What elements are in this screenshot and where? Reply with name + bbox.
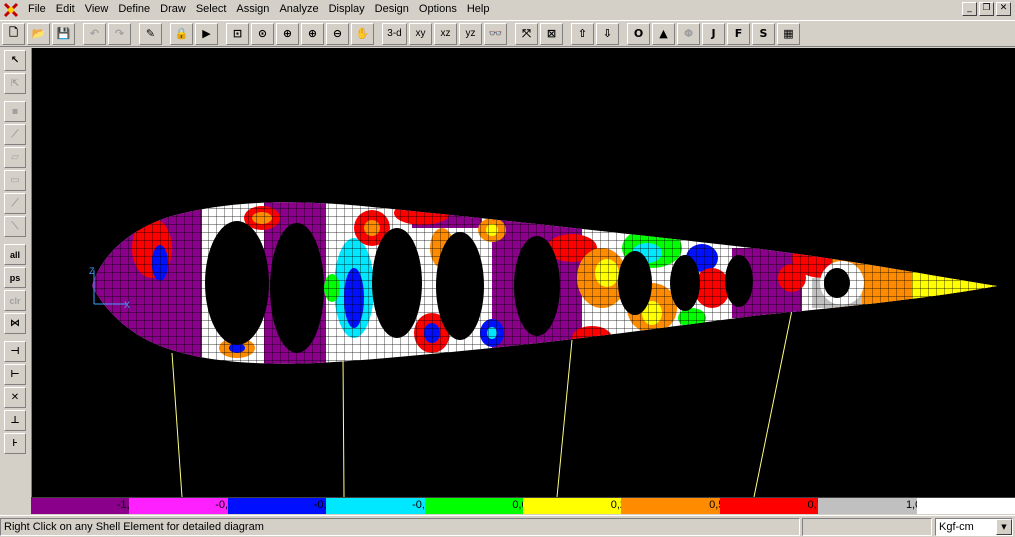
show-shell-stresses-button[interactable]: S <box>752 22 775 45</box>
support-line <box>171 352 183 497</box>
menu-file[interactable]: File <box>23 1 51 18</box>
draw-rect-shell-button[interactable]: ▭ <box>4 170 26 191</box>
move-up-button[interactable]: ⇧ <box>571 22 594 45</box>
snap-midpoints-button[interactable]: ⊢ <box>4 364 26 385</box>
quick-draw-frame-button[interactable]: ⟍ <box>4 216 26 237</box>
perspective-toggle-button[interactable]: 👓 <box>484 22 507 45</box>
scale-segment: 1,00 <box>818 498 927 514</box>
run-analysis-button[interactable]: ▶ <box>195 22 218 45</box>
pencil-edit-button[interactable]: ✎ <box>139 22 162 45</box>
app-window: File Edit View Define Draw Select Assign… <box>0 0 1015 537</box>
axis-z-label: Z <box>89 266 95 276</box>
menu-edit[interactable]: Edit <box>51 1 80 18</box>
undo-button[interactable]: ↶ <box>83 22 106 45</box>
close-button[interactable]: ✕ <box>996 2 1011 16</box>
chevron-down-icon[interactable]: ▼ <box>996 519 1012 535</box>
menu-help[interactable]: Help <box>462 1 495 18</box>
snap-lines-button[interactable]: ⊦ <box>4 433 26 454</box>
pointer-tool-button[interactable]: ↖ <box>4 50 26 71</box>
menu-assign[interactable]: Assign <box>231 1 274 18</box>
set-elements-button[interactable]: ⊠ <box>540 22 563 45</box>
view-3d-button[interactable]: 3-d <box>382 22 407 45</box>
zoom-out-step-button[interactable]: ⊖ <box>326 22 349 45</box>
menu-bar: File Edit View Define Draw Select Assign… <box>0 0 1015 19</box>
show-deformed-button[interactable]: Φ <box>677 22 700 45</box>
scale-segment: 0,50 <box>621 498 731 514</box>
menu-select[interactable]: Select <box>191 1 232 18</box>
redo-button[interactable]: ↷ <box>108 22 131 45</box>
menu-options[interactable]: Options <box>414 1 462 18</box>
save-file-button[interactable]: 💾 <box>52 22 75 45</box>
support-line <box>342 357 345 497</box>
scale-segment: 0,00 <box>424 498 534 514</box>
restore-full-view-button[interactable]: ⊙ <box>251 22 274 45</box>
support-line <box>556 339 573 497</box>
model-view-canvas[interactable]: Z X <box>31 48 1015 497</box>
snap-joints-button[interactable]: ⊣ <box>4 341 26 362</box>
wing-rib-shell <box>92 202 997 364</box>
status-message: Right Click on any Shell Element for det… <box>0 517 800 536</box>
scale-segment: -0,75 <box>129 498 240 514</box>
status-bar: Right Click on any Shell Element for det… <box>0 515 1015 537</box>
previous-select-button[interactable]: ps <box>4 267 26 288</box>
view-xy-button[interactable]: xy <box>409 22 432 45</box>
left-toolbar: ↖ ⇱ ▪ ⟋ ▱ ▭ ⟋ ⟍ all ps clr ⋈ ⊣ ⊢ ✕ ⊥ ⊦ <box>0 48 30 514</box>
scale-segment: -0,25 <box>326 498 437 514</box>
show-loads-button[interactable]: ▲ <box>652 22 675 45</box>
units-dropdown[interactable]: Kgf-cm ▼ <box>935 518 1013 536</box>
reshape-tool-button[interactable]: ⇱ <box>4 73 26 94</box>
draw-joint-button[interactable]: ▪ <box>4 101 26 122</box>
open-file-button[interactable]: 📂 <box>27 22 50 45</box>
draw-frame-button[interactable]: ⟋ <box>4 124 26 145</box>
clear-select-button[interactable]: clr <box>4 290 26 311</box>
view-yz-button[interactable]: yz <box>459 22 482 45</box>
new-file-button[interactable]: 🗋 <box>2 22 25 45</box>
menu-analyze[interactable]: Analyze <box>274 1 323 18</box>
minimize-button[interactable]: _ <box>962 2 977 16</box>
menu-design[interactable]: Design <box>370 1 414 18</box>
view-xz-button[interactable]: xz <box>434 22 457 45</box>
pan-button[interactable]: ✋ <box>351 22 374 45</box>
app-logo-icon <box>3 1 19 18</box>
snap-perpendicular-button[interactable]: ⊥ <box>4 410 26 431</box>
main-toolbar: 🗋 📂 💾 ↶ ↷ ✎ 🔒 ▶ ⊡ ⊙ ⊕ ⊕ ⊖ ✋ 3-d xy xz yz… <box>0 20 1015 47</box>
scale-segment: -0,50 <box>227 498 339 514</box>
lock-model-button[interactable]: 🔒 <box>170 22 193 45</box>
window-controls: _ ❐ ✕ <box>962 2 1011 16</box>
axis-x-label: X <box>124 300 130 310</box>
show-tables-button[interactable]: ▦ <box>777 22 800 45</box>
scale-segment: 0,75 <box>719 498 829 514</box>
scale-segment: -1,00 <box>31 498 142 514</box>
snap-intersections-button[interactable]: ✕ <box>4 387 26 408</box>
menu-display[interactable]: Display <box>324 1 370 18</box>
menu-view[interactable]: View <box>80 1 114 18</box>
scale-segment <box>916 498 1015 514</box>
menu-define[interactable]: Define <box>113 1 155 18</box>
support-line <box>753 309 793 497</box>
restore-button[interactable]: ❐ <box>979 2 994 16</box>
status-panel <box>802 517 932 536</box>
show-undeformed-button[interactable]: O <box>627 22 650 45</box>
units-value: Kgf-cm <box>939 521 974 533</box>
show-frame-forces-button[interactable]: F <box>727 22 750 45</box>
rubber-band-zoom-button[interactable]: ⊡ <box>226 22 249 45</box>
quick-draw-shell-button[interactable]: ⟋ <box>4 193 26 214</box>
shrink-elements-button[interactable]: ⤧ <box>515 22 538 45</box>
scale-segment: 0,25 <box>523 498 632 514</box>
select-all-button[interactable]: all <box>4 244 26 265</box>
move-down-button[interactable]: ⇩ <box>596 22 619 45</box>
restore-previous-zoom-button[interactable]: ⊕ <box>276 22 299 45</box>
stress-color-scale: -1,00 -0,75 -0,50 -0,25 0,00 0,25 0,50 0… <box>31 497 1015 514</box>
menu-draw[interactable]: Draw <box>155 1 191 18</box>
zoom-in-step-button[interactable]: ⊕ <box>301 22 324 45</box>
draw-quad-shell-button[interactable]: ▱ <box>4 147 26 168</box>
intersecting-line-select-button[interactable]: ⋈ <box>4 313 26 334</box>
show-joint-forces-button[interactable]: J <box>702 22 725 45</box>
stress-contour-svg: Z X <box>89 202 997 497</box>
